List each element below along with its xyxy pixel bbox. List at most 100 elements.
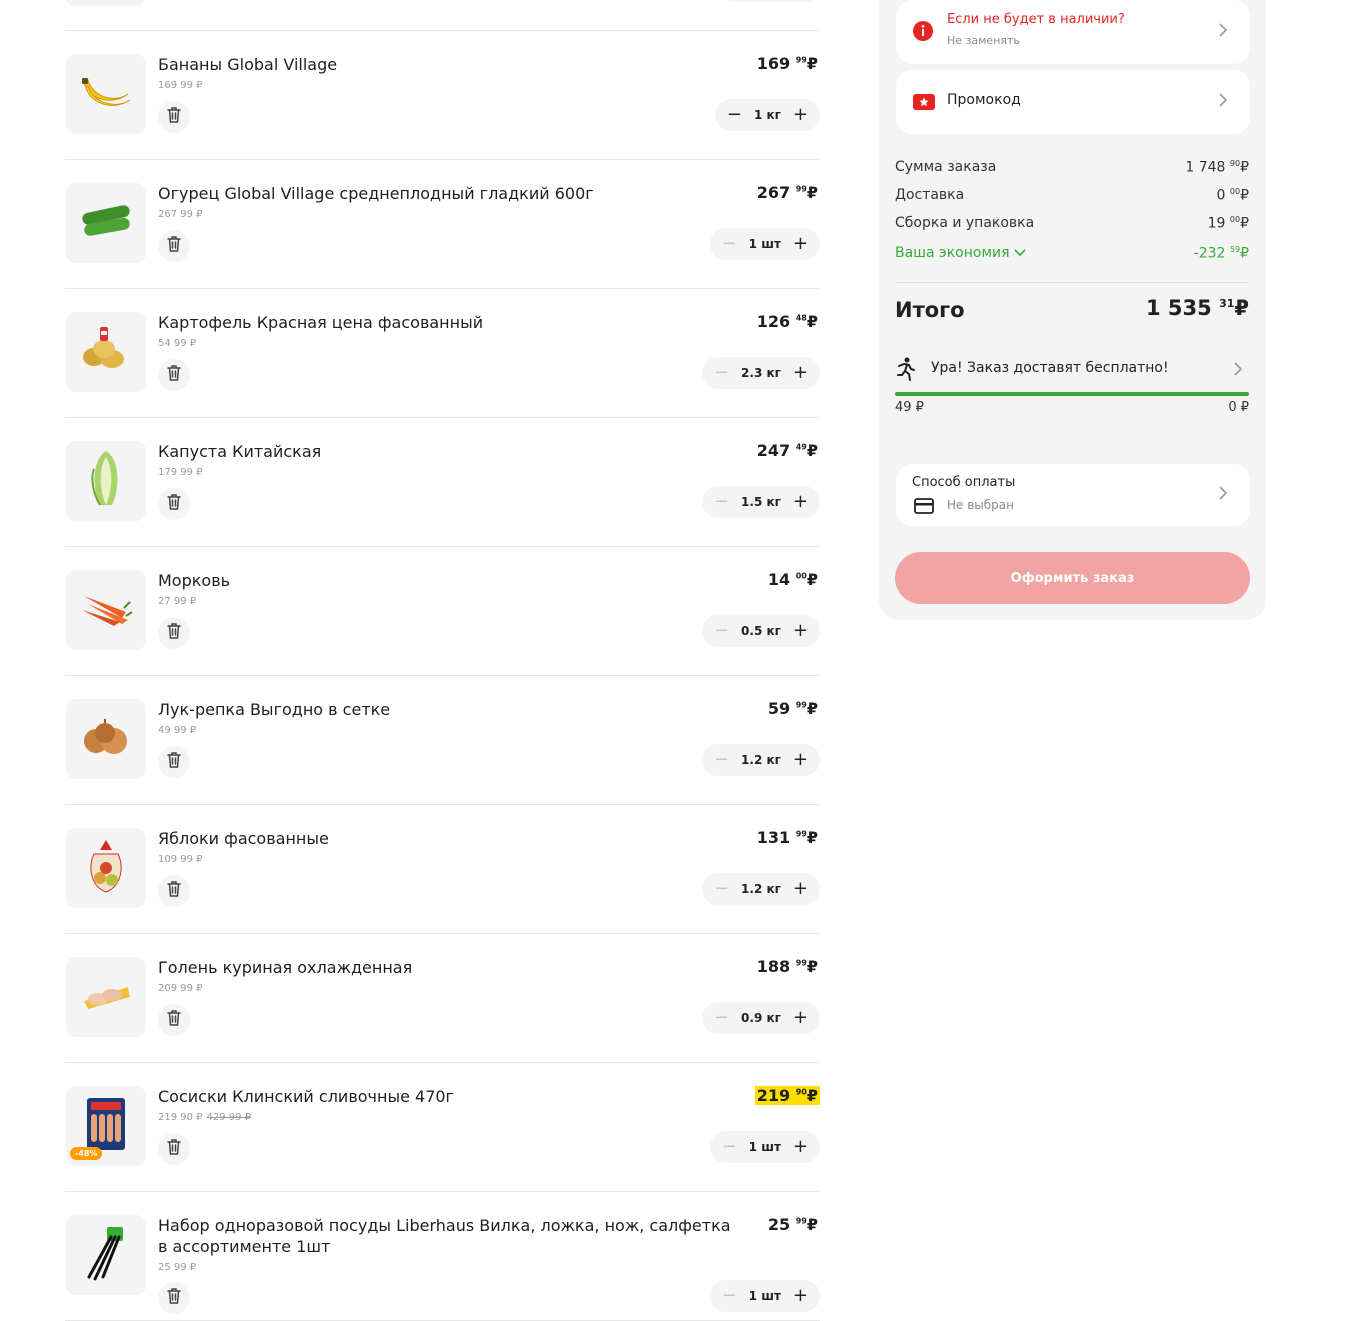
remove-item-button[interactable]: [158, 101, 190, 133]
product-image[interactable]: [66, 828, 146, 908]
product-image[interactable]: [66, 570, 146, 650]
unit-price-value: 49 99 ₽: [158, 725, 197, 736]
quantity-stepper: −0.5 кг +: [701, 615, 820, 647]
quantity-stepper[interactable]: [720, 0, 820, 2]
increase-quantity-button[interactable]: +: [793, 364, 808, 382]
remove-item-button[interactable]: [158, 1282, 190, 1314]
credit-card-icon: [914, 498, 934, 518]
product-image[interactable]: [66, 699, 146, 779]
chicken-image: [78, 975, 134, 1019]
item-total-price: 169 99₽: [756, 54, 818, 73]
unit-price: 109 99 ₽: [158, 854, 203, 865]
promocode-label: Промокод: [947, 92, 1021, 108]
decrease-quantity-button[interactable]: −: [714, 880, 729, 898]
decrease-quantity-button[interactable]: −: [714, 622, 729, 640]
increase-quantity-button[interactable]: +: [793, 622, 808, 640]
increase-quantity-button[interactable]: +: [793, 1009, 808, 1027]
increase-quantity-button[interactable]: +: [793, 880, 808, 898]
quantity-stepper: −1.5 кг +: [701, 486, 820, 518]
increase-quantity-button[interactable]: +: [793, 235, 808, 253]
product-image[interactable]: [66, 957, 146, 1037]
decrease-quantity-button[interactable]: −: [727, 106, 742, 124]
item-total-price: 267 99₽: [756, 183, 818, 202]
cabbage-image: [86, 449, 126, 513]
decrease-quantity-button[interactable]: −: [722, 235, 737, 253]
product-title[interactable]: Морковь: [158, 570, 738, 591]
total-row: Итого 1 535 31₽: [895, 296, 1249, 322]
promocode-option[interactable]: Промокод: [896, 70, 1250, 134]
decrease-quantity-button[interactable]: −: [714, 751, 729, 769]
decrease-quantity-button[interactable]: −: [714, 1009, 729, 1027]
item-total-price: 126 48₽: [756, 312, 818, 331]
promo-ticket-icon: [912, 91, 936, 117]
quantity-stepper: −2.3 кг +: [701, 357, 820, 389]
product-title[interactable]: Сосиски Клинский сливочные 470г: [158, 1086, 738, 1107]
trash-icon: [166, 880, 182, 902]
product-title[interactable]: Картофель Красная цена фасованный: [158, 312, 738, 333]
out-of-stock-title: Если не будет в наличии?: [947, 12, 1125, 27]
savings-row[interactable]: Ваша экономия -232 59₽: [895, 245, 1249, 262]
increase-quantity-button[interactable]: +: [793, 493, 808, 511]
checkout-button[interactable]: Оформить заказ: [895, 552, 1250, 604]
product-image: [65, 0, 145, 6]
order-sum-value: 1 748 90₽: [1185, 159, 1249, 176]
remove-item-button[interactable]: [158, 1004, 190, 1036]
unit-price: 169 99 ₽: [158, 80, 203, 91]
remove-item-button[interactable]: [158, 359, 190, 391]
item-total-price: 14 00₽: [767, 570, 818, 589]
chevron-right-icon: [1218, 22, 1228, 42]
remove-item-button[interactable]: [158, 746, 190, 778]
quantity-value: 1.2 кг: [741, 882, 781, 896]
product-image[interactable]: [66, 183, 146, 263]
product-title[interactable]: Голень куриная охлажденная: [158, 957, 738, 978]
discount-badge: -48%: [70, 1147, 103, 1160]
unit-price: 267 99 ₽: [158, 209, 203, 220]
remove-item-button[interactable]: [158, 875, 190, 907]
old-price: 429 99 ₽: [206, 1112, 252, 1123]
payment-method-title: Способ оплаты: [912, 475, 1016, 490]
chevron-down-icon: [1014, 245, 1026, 261]
payment-method-option[interactable]: Способ оплаты Не выбран: [896, 464, 1250, 526]
decrease-quantity-button[interactable]: −: [722, 1287, 737, 1305]
remove-item-button[interactable]: [158, 488, 190, 520]
product-title[interactable]: Набор одноразовой посуды Liberhaus Вилка…: [158, 1215, 738, 1257]
free-delivery-progress-bar: [895, 392, 1249, 396]
product-image[interactable]: [66, 54, 146, 134]
cart-item: Лук-репка Выгодно в сетке 49 99 ₽ 59 99₽ −1…: [65, 676, 820, 805]
item-total-price: 59 99₽: [767, 699, 818, 718]
product-title[interactable]: Огурец Global Village среднеплодный глад…: [158, 183, 738, 204]
product-image[interactable]: [66, 1215, 146, 1295]
increase-quantity-button[interactable]: +: [793, 106, 808, 124]
quantity-stepper: −1 кг +: [714, 99, 820, 131]
out-of-stock-option[interactable]: Если не будет в наличии? Не заменять: [896, 0, 1250, 64]
remove-item-button[interactable]: [158, 617, 190, 649]
product-image[interactable]: [66, 312, 146, 392]
savings-toggle[interactable]: Ваша экономия: [895, 245, 1010, 261]
out-of-stock-subtitle: Не заменять: [947, 34, 1020, 47]
decrease-quantity-button[interactable]: −: [714, 364, 729, 382]
quantity-value: 0.5 кг: [741, 624, 781, 638]
product-image[interactable]: [66, 441, 146, 521]
chevron-right-icon: [1218, 92, 1228, 112]
decrease-quantity-button[interactable]: −: [714, 493, 729, 511]
remove-item-button[interactable]: [158, 230, 190, 262]
apples-image: [86, 836, 126, 900]
unit-price-value: 169 99 ₽: [158, 80, 203, 91]
cart-item: Бананы Global Village 169 99 ₽ 169 99₽ −1 к…: [65, 31, 820, 160]
product-title[interactable]: Капуста Китайская: [158, 441, 738, 462]
increase-quantity-button[interactable]: +: [793, 1138, 808, 1156]
order-summary-panel: Если не будет в наличии? Не заменять Про…: [879, 0, 1266, 620]
quantity-value: 1 шт: [748, 1140, 781, 1154]
product-title[interactable]: Лук-репка Выгодно в сетке: [158, 699, 738, 720]
free-delivery-row[interactable]: Ура! Заказ доставят бесплатно!: [895, 357, 1249, 382]
unit-price-value: 209 99 ₽: [158, 983, 203, 994]
product-title[interactable]: Яблоки фасованные: [158, 828, 738, 849]
quantity-value: 0.9 кг: [741, 1011, 781, 1025]
increase-quantity-button[interactable]: +: [793, 751, 808, 769]
cart-item: Картофель Красная цена фасованный 54 99 ₽…: [65, 289, 820, 418]
decrease-quantity-button[interactable]: −: [722, 1138, 737, 1156]
increase-quantity-button[interactable]: +: [793, 1287, 808, 1305]
remove-item-button[interactable]: [158, 1133, 190, 1165]
product-title[interactable]: Бананы Global Village: [158, 54, 738, 75]
product-image[interactable]: -48%: [66, 1086, 146, 1166]
